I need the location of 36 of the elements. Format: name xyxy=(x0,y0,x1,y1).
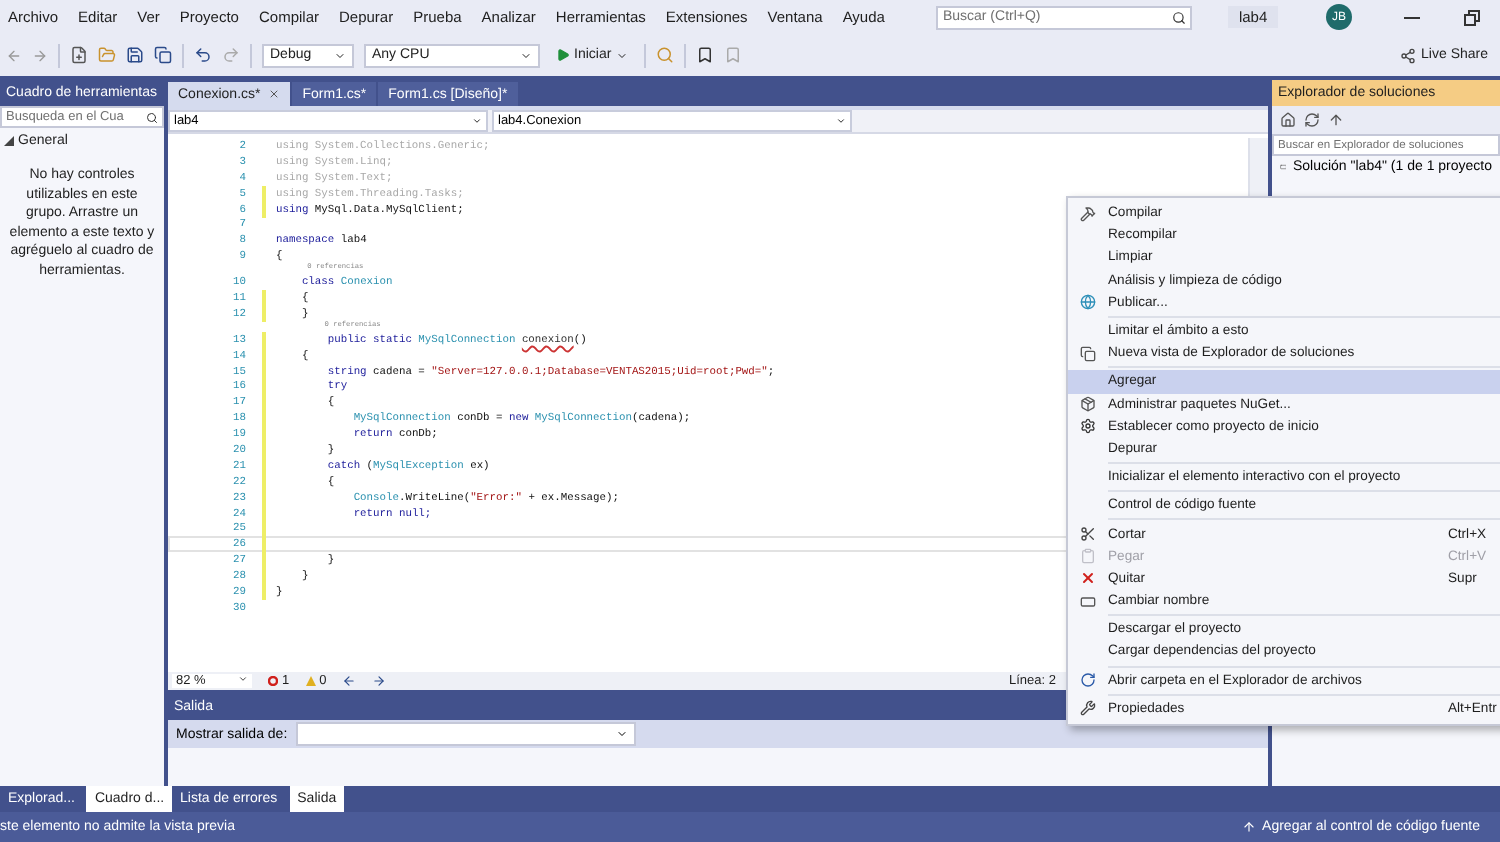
globe-icon xyxy=(1080,294,1096,311)
caret-icon xyxy=(615,49,628,61)
caret-icon xyxy=(836,116,846,126)
wrench-icon xyxy=(1080,700,1096,717)
play-icon xyxy=(556,48,570,62)
save-all-icon[interactable] xyxy=(154,46,172,64)
clipboard-icon xyxy=(1080,548,1096,565)
share-icon xyxy=(1399,47,1416,63)
scissors-icon xyxy=(1080,526,1096,543)
back-icon[interactable] xyxy=(342,674,357,688)
refresh-icon[interactable] xyxy=(1304,112,1320,128)
upload-icon xyxy=(1242,820,1257,834)
caret-icon xyxy=(520,49,532,61)
up-icon[interactable] xyxy=(1328,112,1344,128)
package-icon xyxy=(1080,396,1096,413)
warning-icon xyxy=(305,676,316,686)
save-icon[interactable] xyxy=(126,46,144,64)
rename-icon xyxy=(1080,593,1096,610)
gear-icon xyxy=(1080,418,1096,435)
forward-icon[interactable] xyxy=(372,674,387,688)
search-icon xyxy=(146,111,158,123)
windows-icon xyxy=(1080,345,1096,362)
refresh-icon xyxy=(1080,672,1096,689)
close-icon xyxy=(1080,570,1096,587)
caret-icon xyxy=(238,674,248,684)
search-icon xyxy=(1172,10,1187,24)
caret-icon xyxy=(334,49,346,61)
caret-icon xyxy=(615,728,628,740)
hammer-icon xyxy=(1080,205,1096,222)
home-icon[interactable] xyxy=(1280,112,1296,128)
undo-icon[interactable] xyxy=(194,46,212,64)
caret-icon xyxy=(472,116,482,126)
error-icon xyxy=(268,676,278,686)
restore-icon[interactable] xyxy=(1464,9,1480,25)
new-file-icon[interactable] xyxy=(70,46,88,64)
close-icon[interactable] xyxy=(268,88,281,100)
